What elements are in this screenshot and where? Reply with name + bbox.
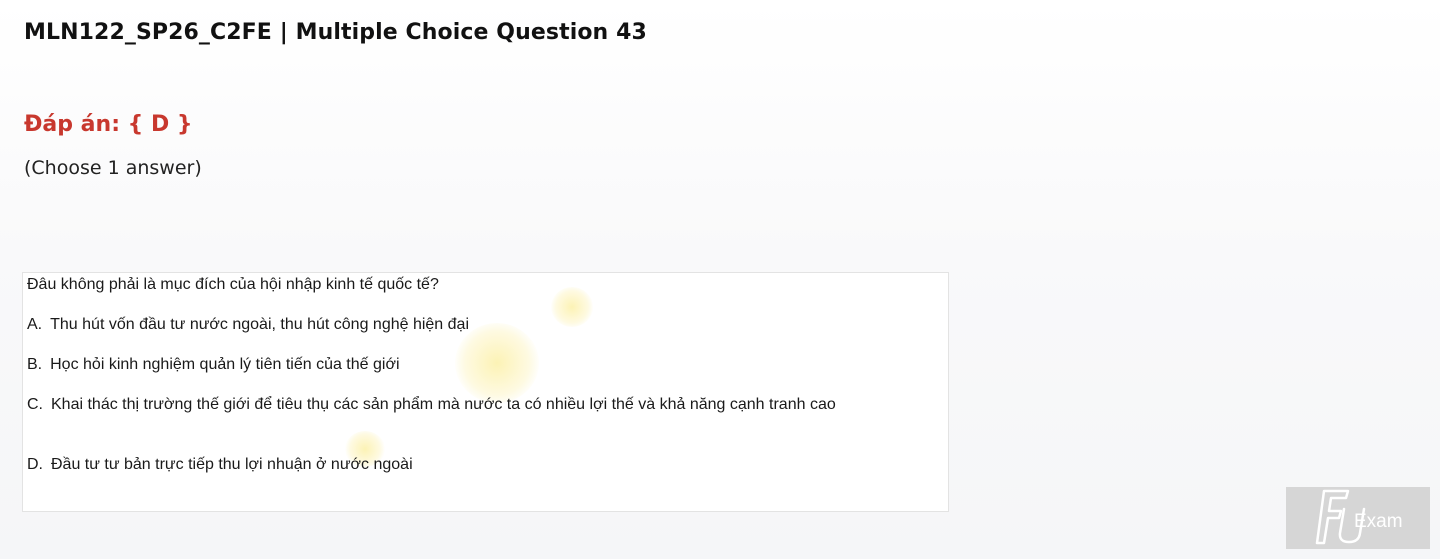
option-b: B. Học hỏi kinh nghiệm quản lý tiên tiến … xyxy=(27,355,400,375)
question-stem: Đâu không phải là mục đích của hội nhập … xyxy=(27,276,439,293)
option-c: C. Khai thác thị trường thế giới để tiêu … xyxy=(27,395,897,415)
option-letter: A. xyxy=(27,316,43,333)
page-title: MLN122_SP26_C2FE | Multiple Choice Quest… xyxy=(24,20,647,45)
option-letter: B. xyxy=(27,356,43,373)
option-text: Khai thác thị trường thế giới để tiêu th… xyxy=(51,396,836,413)
watermark-emoji-icon xyxy=(455,323,539,403)
choose-hint: (Choose 1 answer) xyxy=(24,157,202,179)
watermark-emoji-icon xyxy=(551,287,593,327)
option-text: Thu hút vốn đầu tư nước ngoài, thu hút c… xyxy=(50,316,469,333)
option-letter: D. xyxy=(27,456,43,473)
option-text: Học hỏi kinh nghiệm quản lý tiên tiến củ… xyxy=(50,356,400,373)
fu-exam-logo: Exam xyxy=(1286,487,1430,549)
option-d: D. Đầu tư tư bản trực tiếp thu lợi nhuận … xyxy=(27,455,413,475)
option-a: A. Thu hút vốn đầu tư nước ngoài, thu hút… xyxy=(27,315,469,335)
option-text: Đầu tư tư bản trực tiếp thu lợi nhuận ở … xyxy=(51,456,413,473)
option-letter: C. xyxy=(27,396,43,413)
question-image: Đâu không phải là mục đích của hội nhập … xyxy=(22,272,949,512)
fu-exam-logo-icon: Exam xyxy=(1315,489,1403,545)
answer-heading: Đáp án: { D } xyxy=(24,112,193,137)
logo-text: Exam xyxy=(1354,511,1403,532)
